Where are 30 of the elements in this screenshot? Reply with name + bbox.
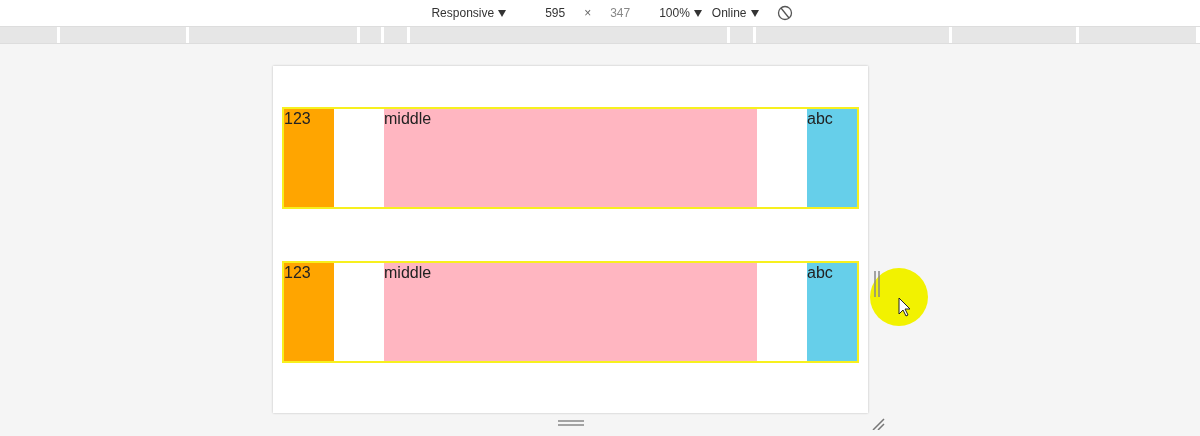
- media-query-bar[interactable]: [384, 27, 407, 43]
- media-query-bar[interactable]: [730, 27, 753, 43]
- media-query-bar[interactable]: [360, 27, 381, 43]
- media-query-bar[interactable]: [0, 27, 57, 43]
- media-query-bar[interactable]: [1079, 27, 1196, 43]
- caret-icon: [750, 9, 759, 17]
- resize-handle[interactable]: [873, 271, 881, 297]
- media-query-bar[interactable]: [60, 27, 186, 43]
- resize-handle[interactable]: [558, 420, 584, 426]
- flex-item: middle: [384, 109, 757, 207]
- media-query-bar[interactable]: [756, 27, 949, 43]
- caret-icon: [693, 9, 702, 17]
- flex-item: middle: [384, 263, 757, 361]
- height-field[interactable]: 347: [597, 6, 644, 20]
- device-dropdown[interactable]: Responsive: [431, 6, 507, 20]
- flex-item: abc: [807, 263, 857, 361]
- media-query-bar[interactable]: [189, 27, 357, 43]
- flex-item: 123: [284, 263, 334, 361]
- resize-corner-icon[interactable]: [871, 418, 885, 430]
- flex-item: abc: [807, 109, 857, 207]
- caret-icon: [498, 9, 507, 17]
- flex-item: 123: [284, 109, 334, 207]
- width-field[interactable]: 595: [532, 6, 579, 20]
- throttling-dropdown[interactable]: Online: [711, 6, 759, 20]
- zoom-dropdown[interactable]: 100%: [659, 6, 702, 20]
- media-query-bar[interactable]: [410, 27, 727, 43]
- click-highlight: [870, 268, 928, 326]
- media-query-bar[interactable]: [952, 27, 1076, 43]
- times-sign: ×: [584, 6, 592, 20]
- cursor-icon: [898, 297, 912, 317]
